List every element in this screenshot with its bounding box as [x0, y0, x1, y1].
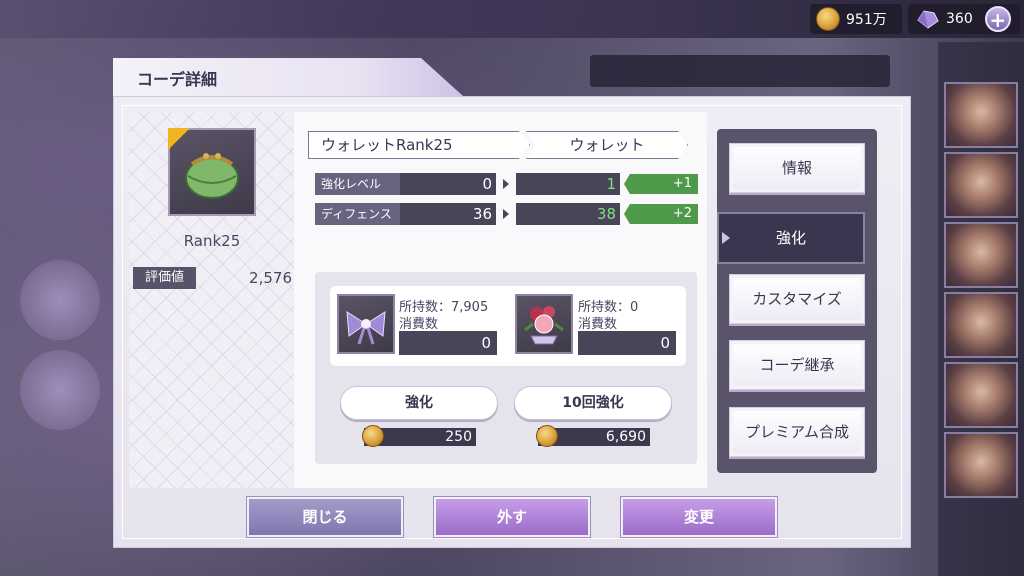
remove-button[interactable]: 外す	[434, 497, 590, 537]
material-consume-value: 0	[399, 331, 497, 355]
stat-label: 強化レベル	[315, 173, 400, 195]
arrow-right-icon	[503, 209, 509, 219]
gold-coin-icon	[362, 425, 384, 447]
gold-coin-icon	[816, 7, 840, 31]
rarity-corner	[168, 128, 190, 150]
modal-title: コーデ詳細	[137, 70, 218, 89]
evaluation-value: 2,576	[249, 269, 292, 287]
add-gems-button[interactable]: +	[984, 6, 1011, 32]
side-menu-inherit[interactable]: コーデ継承	[729, 340, 865, 390]
rose-corsage-icon	[524, 306, 564, 345]
purple-ribbon-icon	[346, 311, 386, 345]
stat-current: 0	[400, 173, 496, 195]
character-portrait	[944, 432, 1018, 498]
stat-next: 1	[516, 173, 620, 195]
character-portrait	[944, 152, 1018, 218]
stat-next: 38	[516, 203, 620, 225]
side-menu-info[interactable]: 情報	[729, 143, 865, 193]
close-button[interactable]: 閉じる	[247, 497, 403, 537]
background-item	[20, 260, 100, 340]
material-slot-1[interactable]	[337, 294, 395, 354]
material-consume-label: 消費数	[578, 317, 618, 332]
side-menu-customize[interactable]: カスタマイズ	[729, 274, 865, 324]
purple-crystal-icon	[917, 10, 939, 29]
evaluation-label: 評価値	[133, 267, 196, 289]
background-bar	[590, 55, 890, 87]
gem-counter: 360 +	[908, 4, 1020, 34]
side-menu-enhance[interactable]: 強化	[717, 212, 865, 264]
selected-arrow-icon	[722, 232, 730, 244]
stat-current: 36	[400, 203, 496, 225]
stat-label: ディフェンス	[315, 203, 400, 225]
arrow-right-icon	[503, 179, 509, 189]
character-portrait	[944, 362, 1018, 428]
stat-diff-badge: +2	[624, 204, 698, 224]
character-portrait	[944, 222, 1018, 288]
gold-coin-icon	[536, 425, 558, 447]
material-consume-value: 0	[578, 331, 676, 355]
stat-diff-badge: +1	[624, 174, 698, 194]
material-consume-label: 消費数	[399, 317, 439, 332]
coin-counter: 951万	[810, 4, 902, 34]
current-item-name: ウォレットRank25	[308, 131, 530, 159]
coin-amount: 951万	[846, 12, 887, 28]
character-portrait	[944, 292, 1018, 358]
gem-amount: 360	[946, 11, 973, 27]
side-menu-premium-synthesis[interactable]: プレミアム合成	[729, 407, 865, 457]
enhance-10x-button[interactable]: 10回強化	[514, 386, 672, 420]
character-portrait	[944, 82, 1018, 148]
item-rank: Rank25	[183, 232, 241, 250]
enhance-button[interactable]: 強化	[340, 386, 498, 420]
change-button[interactable]: 変更	[621, 497, 777, 537]
next-item-name: ウォレット	[526, 131, 688, 159]
material-slot-2[interactable]	[515, 294, 573, 354]
background-item	[20, 350, 100, 430]
